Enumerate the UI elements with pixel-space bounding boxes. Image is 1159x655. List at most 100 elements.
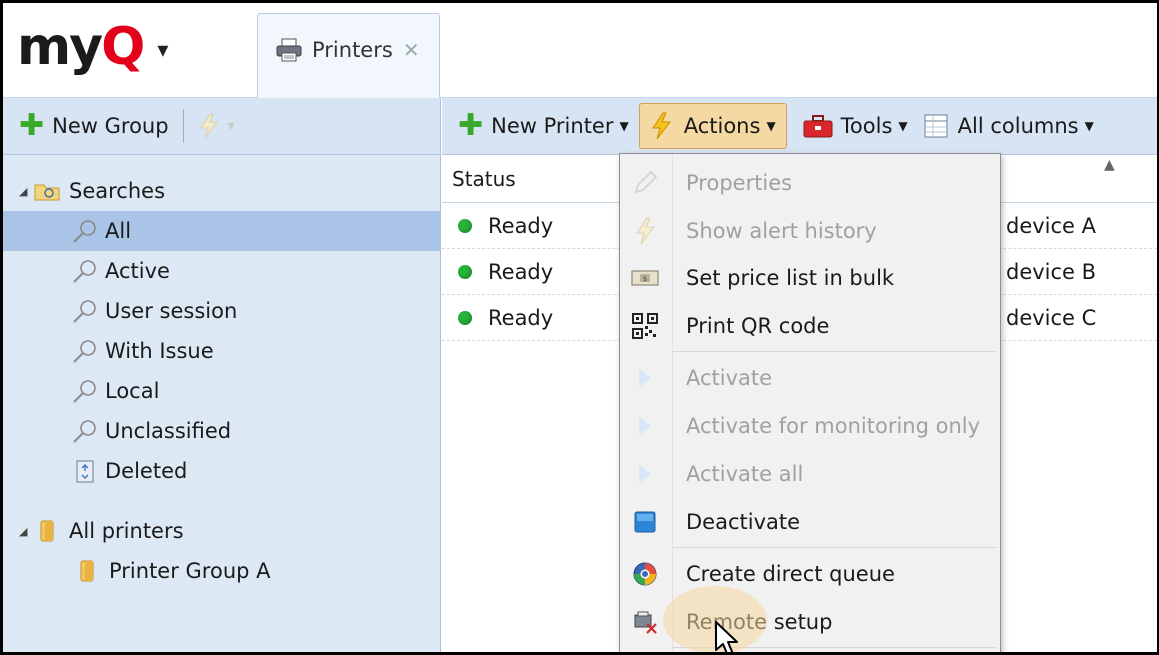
tree-item-searches[interactable]: ◢ Searches: [3, 171, 440, 211]
new-printer-label: New Printer: [491, 114, 614, 138]
tree-label: Deleted: [105, 459, 188, 483]
menu-separator: [672, 547, 996, 548]
pencil-icon: [630, 168, 660, 198]
menu-item-activate-all[interactable]: Activate all: [620, 451, 1000, 497]
status-ready-icon: [458, 310, 472, 325]
collapse-triangle-icon[interactable]: ◢: [19, 525, 33, 538]
menu-item-activate[interactable]: Activate: [620, 355, 1000, 401]
price-list-icon: $: [630, 263, 660, 293]
column-header-status[interactable]: Status: [452, 167, 516, 191]
chevron-down-icon: ▼: [766, 119, 776, 133]
tab-printers[interactable]: Printers ✕: [257, 13, 440, 99]
app-header: myQ ▾ Printers ✕: [3, 3, 1157, 99]
new-printer-button[interactable]: ✚ New Printer ▼: [452, 106, 635, 146]
magnifier-icon: [73, 420, 96, 443]
menu-item-print-qr-code[interactable]: Print QR code: [620, 303, 1000, 349]
mouse-pointer-icon: [715, 621, 738, 652]
plus-icon: ✚: [458, 108, 484, 143]
tree-item-local[interactable]: Local: [3, 371, 440, 411]
status-text: Ready: [488, 213, 554, 238]
tree-label: Local: [105, 379, 160, 403]
chevron-down-icon[interactable]: ▾: [157, 38, 168, 63]
tree-label-searches: Searches: [69, 179, 166, 203]
play-icon: [630, 459, 660, 489]
menu-item-show-alert-history[interactable]: Show alert history: [620, 208, 1000, 254]
status-ready-icon: [458, 218, 472, 233]
stop-icon: [630, 507, 660, 537]
new-group-label: New Group: [52, 114, 169, 138]
recycle-bin-icon: [76, 460, 94, 483]
group-tree: ◢ Searches All Active User session With …: [3, 155, 440, 591]
menu-item-create-direct-queue[interactable]: Create direct queue: [620, 551, 1000, 597]
printer-name: device B: [1006, 259, 1097, 284]
lightning-icon: [651, 112, 671, 140]
tree-item-deleted[interactable]: Deleted: [3, 451, 440, 491]
search-folder-icon: [34, 184, 60, 201]
all-columns-button[interactable]: All columns ▼: [918, 106, 1100, 146]
sort-ascending-icon: ▲: [1104, 157, 1115, 173]
tree-label: User session: [105, 299, 238, 323]
tree-item-all-printers[interactable]: ◢ All printers: [3, 511, 440, 551]
close-icon[interactable]: ✕: [403, 38, 420, 62]
menu-item-deactivate[interactable]: Deactivate: [620, 499, 1000, 545]
app-window: myQ ▾ Printers ✕ ✚ New Group ▾ ◢ Searche…: [0, 0, 1159, 655]
status-ready-icon: [458, 264, 472, 279]
toolbar-separator: [182, 109, 184, 143]
all-columns-label: All columns: [957, 114, 1079, 138]
toolbox-icon: [803, 115, 833, 138]
chevron-down-icon: ▼: [898, 119, 908, 133]
tree-item-active[interactable]: Active: [3, 251, 440, 291]
new-group-button[interactable]: ✚ New Group: [13, 106, 175, 146]
left-toolbar: ✚ New Group ▾: [3, 98, 440, 155]
status-text: Ready: [488, 305, 554, 330]
tree-item-user-session[interactable]: User session: [3, 291, 440, 331]
myq-logo-menu[interactable]: myQ ▾: [17, 17, 168, 77]
actions-label: Actions: [683, 114, 761, 138]
printer-name: device C: [1006, 305, 1097, 330]
printer-name: device A: [1006, 213, 1097, 238]
lightning-icon: [199, 113, 218, 139]
tools-button[interactable]: Tools ▼: [797, 106, 914, 146]
tree-label: All: [105, 219, 132, 243]
tree-item-with-issue[interactable]: With Issue: [3, 331, 440, 371]
tools-label: Tools: [840, 114, 893, 138]
tree-item-all[interactable]: All: [3, 211, 440, 251]
tree-label-printer-group: Printer Group A: [109, 559, 271, 583]
tree-label-all-printers: All printers: [69, 519, 184, 543]
magnifier-icon: [73, 340, 96, 363]
svg-text:$: $: [643, 275, 647, 283]
lightning-icon: [630, 216, 660, 246]
actions-dropdown-menu: Properties Show alert history $ Set pric…: [619, 153, 1001, 652]
remote-setup-icon: [630, 607, 660, 637]
printer-toolbar: ✚ New Printer ▼ Actions ▼ Tools ▼ All co…: [442, 98, 1157, 155]
magnifier-icon: [73, 260, 96, 283]
tree-label: Active: [105, 259, 170, 283]
tab-label: Printers: [312, 38, 393, 62]
printer-icon: [276, 38, 302, 62]
globe-icon: [630, 559, 660, 589]
group-actions-button: ▾: [192, 106, 241, 146]
tree-label: With Issue: [105, 339, 214, 363]
collapse-triangle-icon[interactable]: ◢: [19, 185, 33, 198]
play-icon: [630, 411, 660, 441]
plus-icon: ✚: [19, 108, 45, 143]
play-icon: [630, 363, 660, 393]
tree-item-printer-group-a[interactable]: Printer Group A: [3, 551, 440, 591]
actions-button[interactable]: Actions ▼: [638, 103, 787, 149]
magnifier-icon: [73, 380, 96, 403]
menu-item-set-price-list[interactable]: $ Set price list in bulk: [620, 255, 1000, 301]
menu-item-properties[interactable]: Properties: [620, 160, 1000, 206]
magnifier-icon: [73, 300, 96, 323]
logo: myQ: [17, 17, 145, 77]
tree-label: Unclassified: [105, 419, 232, 443]
magnifier-icon: [73, 220, 96, 243]
folder-icon: [80, 560, 94, 582]
tree-item-unclassified[interactable]: Unclassified: [3, 411, 440, 451]
status-text: Ready: [488, 259, 554, 284]
folder-icon: [40, 520, 54, 542]
chevron-down-icon: ▾: [227, 118, 235, 134]
qr-code-icon: [630, 311, 660, 341]
columns-icon: [924, 114, 948, 138]
menu-item-activate-monitoring[interactable]: Activate for monitoring only: [620, 403, 1000, 449]
